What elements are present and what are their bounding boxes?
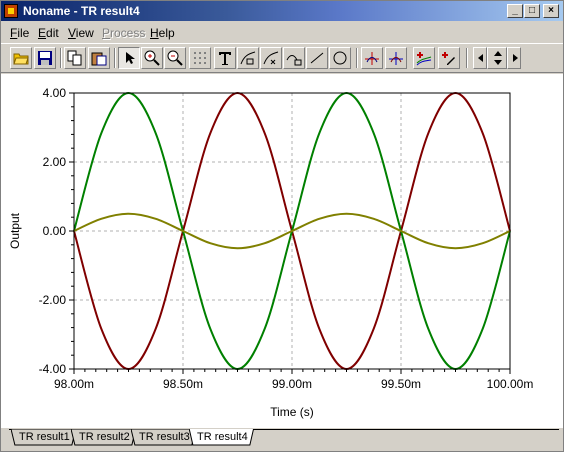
save-button[interactable] bbox=[34, 47, 56, 69]
y-axis-label: Output bbox=[8, 212, 22, 249]
menu-process-label: rocess bbox=[110, 26, 146, 40]
cursor-a-icon bbox=[365, 52, 379, 65]
menu-edit-accel: E bbox=[38, 26, 47, 40]
chart[interactable]: 98.00m 98.50m 99.00m 99.50m 100.00m 4.00 2.00 0… bbox=[1, 74, 563, 428]
annotation-2-button[interactable] bbox=[260, 47, 282, 69]
pointer-button[interactable] bbox=[118, 47, 140, 69]
menu-edit-label: dit bbox=[46, 26, 59, 40]
zoom-in-button[interactable] bbox=[141, 47, 163, 69]
paste-icon bbox=[91, 52, 107, 66]
grid-button[interactable] bbox=[189, 47, 211, 69]
annotation-3-button[interactable] bbox=[283, 47, 305, 69]
pan-button[interactable] bbox=[487, 47, 507, 69]
annotation-button[interactable] bbox=[237, 47, 259, 69]
toolbar bbox=[1, 43, 563, 73]
pointer-icon bbox=[126, 52, 135, 64]
y-tick-label: 2.00 bbox=[43, 155, 67, 169]
x-axis-label: Time (s) bbox=[270, 405, 314, 419]
y-tick-label: 4.00 bbox=[43, 86, 67, 100]
toolbar-separator bbox=[356, 48, 358, 68]
tab-tr-result2[interactable]: TR result2 bbox=[71, 429, 136, 446]
scroll-right-button[interactable] bbox=[507, 47, 521, 69]
tab-label: TR result1 bbox=[19, 431, 70, 443]
tab-tr-result3[interactable]: TR result3 bbox=[131, 429, 196, 446]
maximize-button[interactable]: □ bbox=[524, 4, 540, 18]
menu-view-accel: V bbox=[68, 26, 76, 40]
x-tick-label: 99.00m bbox=[272, 377, 312, 391]
x-tick-label: 98.50m bbox=[163, 377, 203, 391]
line-button[interactable] bbox=[306, 47, 328, 69]
y-tick-label: -2.00 bbox=[39, 293, 67, 307]
scroll-left-button[interactable] bbox=[473, 47, 487, 69]
scroll-left-icon bbox=[478, 54, 483, 62]
menu-file[interactable]: File bbox=[10, 26, 29, 40]
x-tick-label: 98.00m bbox=[54, 377, 94, 391]
menu-process: Process bbox=[102, 26, 145, 40]
window-title: Noname - TR result4 bbox=[23, 4, 140, 18]
add-curve-icon bbox=[416, 52, 432, 66]
cursor-b-button[interactable] bbox=[385, 47, 407, 69]
tab-label: TR result4 bbox=[197, 431, 248, 443]
menu-bar: File Edit View Process Help bbox=[1, 23, 563, 43]
cursor-a-button[interactable] bbox=[361, 47, 383, 69]
annotation-2-icon bbox=[263, 51, 279, 65]
save-icon bbox=[38, 51, 52, 65]
toolbar-separator bbox=[466, 48, 468, 68]
annotation-3-icon bbox=[286, 55, 302, 66]
menu-process-accel: P bbox=[102, 26, 111, 40]
text-button[interactable] bbox=[214, 47, 236, 69]
tab-tr-result4[interactable]: TR result4 bbox=[189, 429, 254, 446]
app-icon[interactable] bbox=[4, 4, 18, 18]
ellipse-icon bbox=[333, 51, 347, 65]
plot-area[interactable]: 98.00m 98.50m 99.00m 99.50m 100.00m 4.00 2.00 0… bbox=[1, 74, 563, 428]
picker-icon bbox=[442, 52, 455, 65]
tab-label: TR result2 bbox=[79, 431, 130, 443]
ellipse-button[interactable] bbox=[329, 47, 351, 69]
zoom-out-button[interactable] bbox=[164, 47, 186, 69]
grid-icon bbox=[194, 52, 206, 64]
open-button[interactable] bbox=[10, 47, 32, 69]
picker-button[interactable] bbox=[438, 47, 460, 69]
result-tabs: TR result1 TR result2 TR result3 TR resu… bbox=[1, 429, 563, 451]
menu-help-label: elp bbox=[158, 26, 175, 40]
open-icon bbox=[13, 53, 29, 65]
app-window: Noname - TR result4 _ □ × File Edit View… bbox=[0, 0, 564, 452]
close-button[interactable]: × bbox=[543, 4, 559, 18]
menu-file-label: ile bbox=[17, 26, 30, 40]
title-bar[interactable]: Noname - TR result4 _ □ × bbox=[1, 1, 563, 21]
tab-tr-result1[interactable]: TR result1 bbox=[11, 429, 76, 446]
menu-edit[interactable]: Edit bbox=[38, 26, 59, 40]
menu-help[interactable]: Help bbox=[150, 26, 175, 40]
copy-icon bbox=[67, 50, 82, 66]
y-tick-label: -4.00 bbox=[39, 362, 67, 376]
copy-button[interactable] bbox=[64, 47, 86, 69]
toolbar-separator bbox=[60, 48, 62, 68]
scroll-right-icon bbox=[513, 54, 518, 62]
add-curve-button[interactable] bbox=[413, 47, 435, 69]
menu-view-label: iew bbox=[75, 26, 94, 40]
cursor-b-icon bbox=[389, 52, 403, 65]
toolbar-separator bbox=[114, 48, 116, 68]
zoom-out-icon bbox=[167, 50, 183, 66]
y-tick-label: 0.00 bbox=[43, 224, 67, 238]
menu-view[interactable]: View bbox=[68, 26, 94, 40]
tab-label: TR result3 bbox=[139, 431, 190, 443]
minimize-button[interactable]: _ bbox=[507, 4, 523, 18]
line-icon bbox=[310, 52, 324, 64]
annotation-icon bbox=[240, 51, 256, 65]
x-tick-label: 100.00m bbox=[487, 377, 534, 391]
x-tick-label: 99.50m bbox=[381, 377, 421, 391]
pan-icon bbox=[494, 51, 502, 65]
paste-button[interactable] bbox=[88, 47, 110, 69]
zoom-in-icon bbox=[144, 50, 160, 66]
text-icon bbox=[219, 52, 231, 65]
menu-help-accel: H bbox=[150, 26, 159, 40]
